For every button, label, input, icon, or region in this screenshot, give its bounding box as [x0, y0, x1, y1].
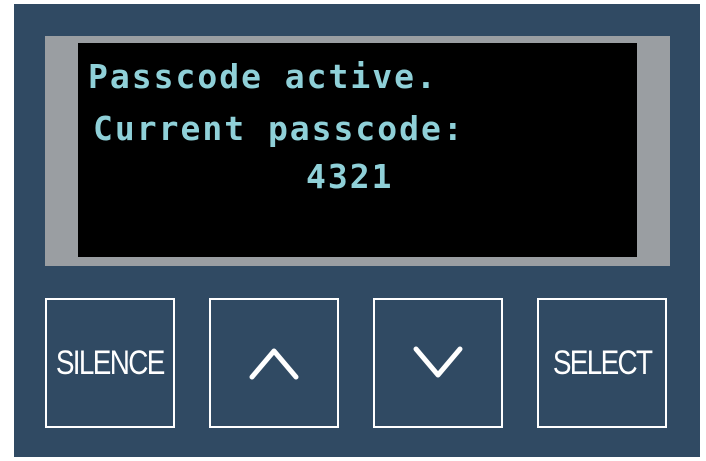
- chevron-down-icon: [410, 343, 466, 383]
- display-line-2: Current passcode:: [93, 109, 465, 148]
- silence-button-label: SILENCE: [56, 343, 165, 382]
- control-panel: Passcode active. Current passcode: 4321 …: [14, 4, 700, 457]
- chevron-up-icon: [246, 343, 302, 383]
- select-button-label: SELECT: [552, 343, 653, 382]
- select-button[interactable]: SELECT: [537, 298, 667, 428]
- lcd-display: Passcode active. Current passcode: 4321: [78, 43, 637, 257]
- display-line-1: Passcode active.: [88, 57, 438, 96]
- silence-button[interactable]: SILENCE: [45, 298, 175, 428]
- display-line-3: 4321: [306, 157, 394, 196]
- down-button[interactable]: [373, 298, 503, 428]
- up-button[interactable]: [209, 298, 339, 428]
- lcd-bezel: Passcode active. Current passcode: 4321: [45, 36, 670, 266]
